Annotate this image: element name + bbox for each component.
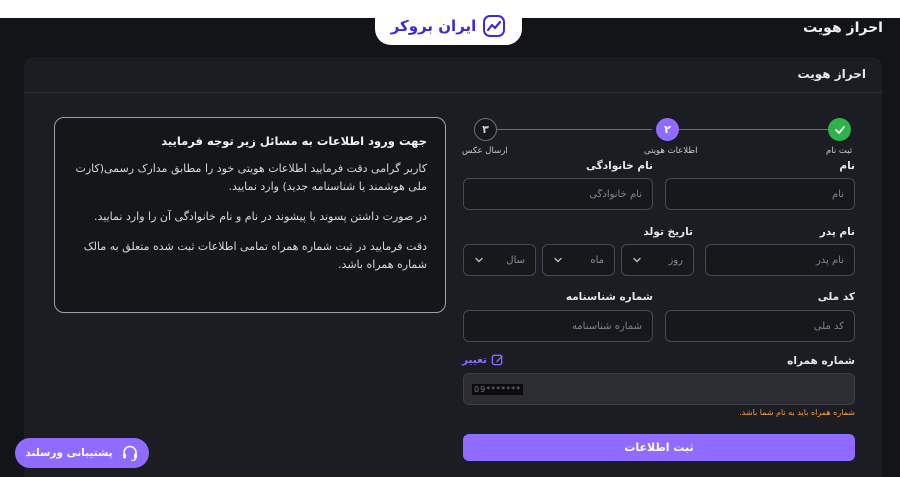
father-name-label: نام پدر bbox=[819, 226, 855, 238]
change-phone-label: تغییر bbox=[462, 353, 487, 366]
birth-year-value: سال bbox=[506, 254, 525, 266]
first-name-input[interactable] bbox=[665, 178, 855, 210]
trend-chart-icon bbox=[483, 14, 506, 37]
submit-button[interactable]: ثبت اطلاعات bbox=[463, 434, 855, 461]
notice-paragraph: کاربر گرامی دقت فرمایید اطلاعات هویتی خو… bbox=[75, 162, 427, 193]
card-title: احراز هویت bbox=[797, 67, 866, 81]
id-number-label: شماره شناسنامه bbox=[565, 291, 653, 303]
page-title: احراز هویت bbox=[803, 20, 883, 36]
birth-month-value: ماه bbox=[590, 254, 604, 266]
father-name-input[interactable] bbox=[705, 244, 855, 276]
brand-name: ایران بروکر bbox=[390, 16, 477, 35]
step-1-label: ثبت نام bbox=[826, 146, 853, 156]
step-3-label: ارسال عکس bbox=[462, 146, 508, 156]
notice-box: جهت ورود اطلاعات به مسائل زیر توجه فرمای… bbox=[54, 117, 446, 313]
notice-paragraph: در صورت داشتن پسوند یا پیشوند در نام و ن… bbox=[94, 210, 427, 223]
chevron-down-icon bbox=[554, 257, 562, 263]
chevron-down-icon bbox=[633, 257, 641, 263]
phone-label: شماره همراه bbox=[787, 355, 855, 367]
last-name-label: نام خانوادگی bbox=[586, 160, 653, 172]
edit-icon bbox=[491, 354, 504, 366]
first-name-label: نام bbox=[839, 160, 855, 172]
card-divider bbox=[24, 92, 882, 93]
check-icon bbox=[834, 125, 845, 134]
birth-month-select[interactable]: ماه bbox=[542, 244, 615, 276]
support-label: پشتیبانی ورسلند bbox=[25, 447, 113, 459]
step-connector bbox=[494, 129, 652, 130]
notice-paragraph: دقت فرمایید در ثبت شماره همراه تمامی اطل… bbox=[83, 240, 427, 271]
notice-title: جهت ورود اطلاعات به مسائل زیر توجه فرمای… bbox=[161, 134, 427, 148]
change-phone-link[interactable]: تغییر bbox=[462, 353, 504, 366]
phone-masked-value: 09******* bbox=[472, 383, 524, 395]
last-name-input[interactable] bbox=[463, 178, 653, 210]
step-2-label: اطلاعات هویتی bbox=[644, 146, 698, 156]
stepper: ثبت نام ۲ اطلاعات هویتی ۳ ارسال عکس bbox=[460, 118, 860, 158]
brand-logo[interactable]: ایران بروکر bbox=[375, 6, 522, 45]
step-1-circle bbox=[828, 118, 851, 141]
verification-card: احراز هویت جهت ورود اطلاعات به مسائل زیر… bbox=[24, 57, 882, 477]
national-code-input[interactable] bbox=[665, 310, 855, 342]
phone-warning: شماره همراه باید به نام شما باشد. bbox=[739, 408, 855, 417]
chevron-down-icon bbox=[475, 257, 483, 263]
step-connector bbox=[678, 129, 830, 130]
support-button[interactable]: پشتیبانی ورسلند bbox=[15, 438, 149, 468]
national-code-label: کد ملی bbox=[817, 291, 855, 303]
id-number-input[interactable] bbox=[463, 310, 653, 342]
birth-date-label: تاریخ تولد bbox=[643, 226, 693, 238]
birth-year-select[interactable]: سال bbox=[463, 244, 536, 276]
phone-field[interactable]: 09******* bbox=[463, 373, 855, 405]
birth-day-select[interactable]: روز bbox=[621, 244, 694, 276]
step-2-circle: ۲ bbox=[656, 118, 679, 141]
birth-day-value: روز bbox=[668, 254, 684, 266]
step-3-circle: ۳ bbox=[474, 118, 497, 141]
headset-icon bbox=[122, 445, 137, 462]
